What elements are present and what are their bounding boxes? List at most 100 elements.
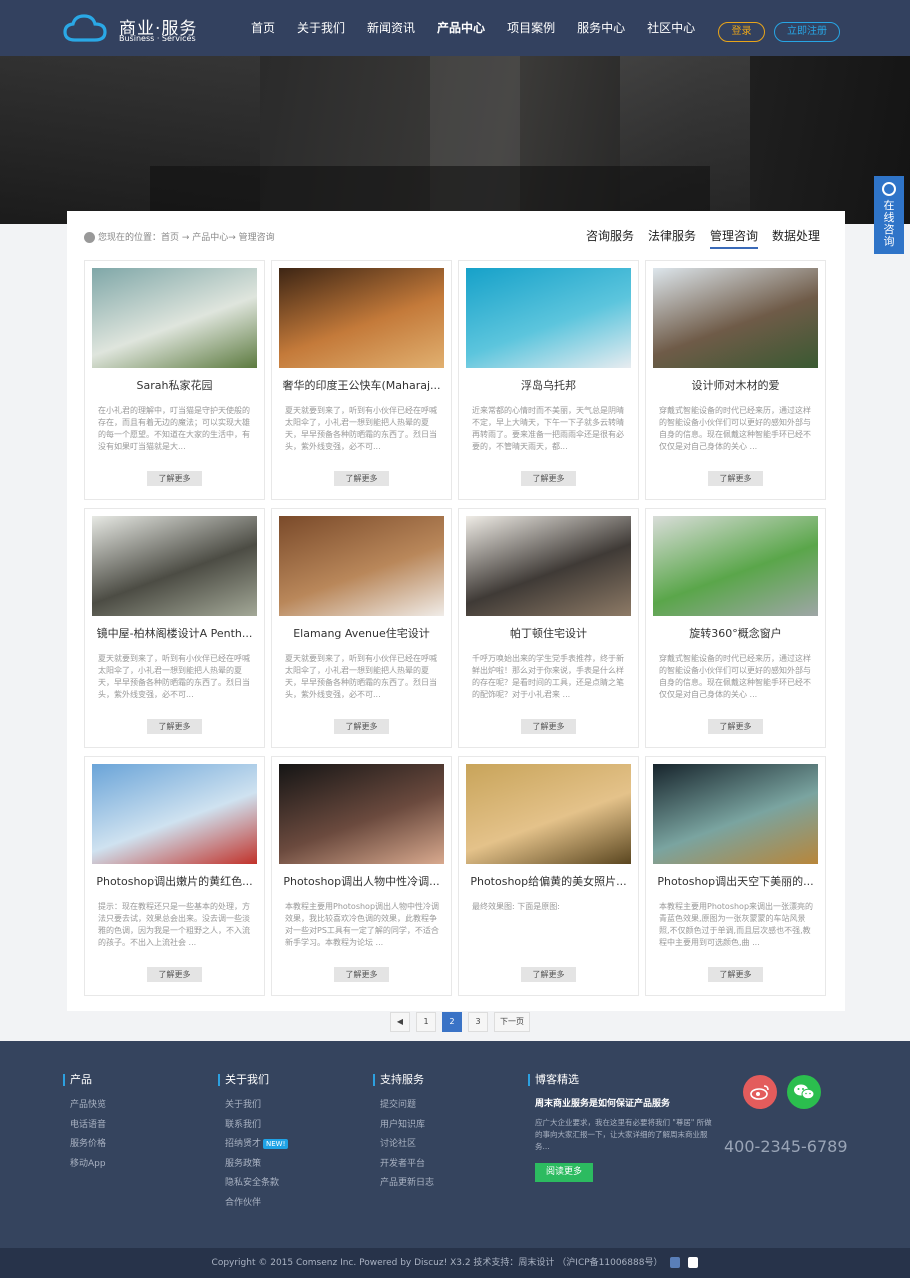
footer-link-label: 用户知识库 <box>380 1119 426 1130</box>
product-title[interactable]: Photoshop调出人物中性冷调... <box>279 873 444 889</box>
weibo-icon[interactable] <box>743 1075 777 1109</box>
nav-item-0[interactable]: 首页 <box>240 0 286 56</box>
subnav-item-1[interactable]: 法律服务 <box>648 227 696 249</box>
wechat-icon[interactable] <box>787 1075 821 1109</box>
product-thumbnail[interactable] <box>466 516 631 616</box>
footer-link[interactable]: 开发者平台 <box>373 1155 434 1175</box>
page-2-button[interactable]: 2 <box>442 1012 462 1032</box>
login-button[interactable]: 登录 <box>718 22 765 42</box>
learn-more-button[interactable]: 了解更多 <box>147 719 202 734</box>
footer-link-label: 移动App <box>70 1158 106 1169</box>
product-title[interactable]: Photoshop调出嫩片的黄红色... <box>92 873 257 889</box>
product-thumbnail[interactable] <box>279 764 444 864</box>
learn-more-button[interactable]: 了解更多 <box>708 719 763 734</box>
product-thumbnail[interactable] <box>92 268 257 368</box>
product-thumbnail[interactable] <box>653 268 818 368</box>
product-thumbnail[interactable] <box>653 516 818 616</box>
footer-link-label: 联系我们 <box>225 1119 262 1130</box>
page-1-button[interactable]: 1 <box>416 1012 436 1032</box>
footer-link[interactable]: 服务政策 <box>218 1155 288 1175</box>
pagination: ◀ 1 2 3 下一页 <box>390 1012 530 1032</box>
product-thumbnail[interactable] <box>92 764 257 864</box>
police-badge-icon <box>670 1257 681 1268</box>
product-title[interactable]: 镜中屋-柏林阁楼设计A Penth... <box>92 625 257 641</box>
footer-link[interactable]: 讨论社区 <box>373 1135 434 1155</box>
breadcrumb-text: 您现在的位置：首页 → 产品中心→ 管理咨询 <box>98 233 275 243</box>
footer-col-support: 支持服务 提交问题 用户知识库 讨论社区 开发者平台 产品更新日志 <box>373 1074 434 1194</box>
read-more-button[interactable]: 阅读更多 <box>535 1163 593 1182</box>
learn-more-button[interactable]: 了解更多 <box>521 471 576 486</box>
online-consult-button[interactable]: 在线咨询 <box>874 176 904 254</box>
main-content: 您现在的位置：首页 → 产品中心→ 管理咨询 咨询服务 法律服务 管理咨询 数据处理 … <box>67 211 845 1032</box>
nav-item-3[interactable]: 产品中心 <box>426 0 496 56</box>
learn-more-button[interactable]: 了解更多 <box>708 967 763 982</box>
product-thumbnail[interactable] <box>279 268 444 368</box>
logo[interactable]: 商业·服务 Business · Services <box>63 13 213 45</box>
learn-more-button[interactable]: 了解更多 <box>334 471 389 486</box>
nav-item-5[interactable]: 服务中心 <box>566 0 636 56</box>
footer-link-label: 讨论社区 <box>380 1139 417 1149</box>
learn-more-button[interactable]: 了解更多 <box>147 967 202 982</box>
product-title[interactable]: Photoshop调出天空下美丽的... <box>653 873 818 889</box>
footer-link[interactable]: 提交问题 <box>373 1096 434 1116</box>
product-title[interactable]: Elamang Avenue住宅设计 <box>279 625 444 641</box>
product-thumbnail[interactable] <box>466 268 631 368</box>
nav-item-2[interactable]: 新闻资讯 <box>356 0 426 56</box>
footer-link[interactable]: 产品更新日志 <box>373 1174 434 1194</box>
security-e-icon <box>688 1257 699 1268</box>
footer-link[interactable]: 产品快览 <box>63 1096 106 1116</box>
product-grid: Sarah私家花园在小礼君的理解中，叮当猫是守护天使般的存在，而且有着无边的魔法… <box>84 260 828 996</box>
subnav-item-3[interactable]: 数据处理 <box>772 227 820 249</box>
learn-more-button[interactable]: 了解更多 <box>334 719 389 734</box>
product-desc: 在小礼君的理解中，叮当猫是守护天使般的存在，而且有着无边的魔法；可以实现大雄的每… <box>98 406 250 451</box>
learn-more-button[interactable]: 了解更多 <box>147 471 202 486</box>
blog-post-title[interactable]: 周末商业服务是如何保证产品服务 <box>528 1096 718 1109</box>
product-title[interactable]: 设计师对木材的爱 <box>653 377 818 393</box>
register-button[interactable]: 立即注册 <box>774 22 840 42</box>
next-page-button[interactable]: 下一页 <box>494 1012 530 1032</box>
product-desc: 最终效果图: 下面是原图: <box>472 902 560 911</box>
footer-link[interactable]: 移动App <box>63 1155 106 1175</box>
learn-more-button[interactable]: 了解更多 <box>521 967 576 982</box>
product-thumbnail[interactable] <box>466 764 631 864</box>
product-desc: 本教程主要用Photoshop来调出一张漂亮的青蓝色效果,原图为一张灰蒙蒙的车站… <box>659 902 814 947</box>
product-title[interactable]: 奢华的印度王公快车(Maharaj... <box>279 377 444 393</box>
nav-item-4[interactable]: 项目案例 <box>496 0 566 56</box>
page-3-button[interactable]: 3 <box>468 1012 488 1032</box>
footer-link[interactable]: 隐私安全条款 <box>218 1174 288 1194</box>
product-title[interactable]: 旋转360°概念窗户 <box>653 625 818 641</box>
footer-link[interactable]: 合作伙伴 <box>218 1194 288 1214</box>
footer-link[interactable]: 用户知识库 <box>373 1116 434 1136</box>
footer-link[interactable]: 电话语音 <box>63 1116 106 1136</box>
footer-link[interactable]: 关于我们 <box>218 1096 288 1116</box>
product-title[interactable]: Photoshop给偏黄的美女照片... <box>466 873 631 889</box>
footer-link-label: 提交问题 <box>380 1100 417 1110</box>
product-title[interactable]: 帕丁顿住宅设计 <box>466 625 631 641</box>
footer-link[interactable]: 服务价格 <box>63 1135 106 1155</box>
product-card: 镜中屋-柏林阁楼设计A Penth... 夏天就要到来了，听到有小伙伴已经在呼喊太… <box>84 508 265 748</box>
learn-more-button[interactable]: 了解更多 <box>334 967 389 982</box>
nav-item-6[interactable]: 社区中心 <box>636 0 706 56</box>
nav-item-1[interactable]: 关于我们 <box>286 0 356 56</box>
main-nav: 首页 关于我们 新闻资讯 产品中心 项目案例 服务中心 社区中心 <box>240 0 706 56</box>
product-desc: 夏天就要到来了，听到有小伙伴已经在呼喊太阳伞了，小礼君一想到能把人热晕的夏天，早… <box>285 406 437 451</box>
product-desc: 穿戴式智能设备的时代已经来历，通过这样的智能设备小伙伴们可以更好的感知外部与自身… <box>659 654 811 699</box>
copyright-bar: Copyright © 2015 Comsenz Inc. Powered by… <box>0 1248 910 1278</box>
product-thumbnail[interactable] <box>92 516 257 616</box>
prev-page-button[interactable]: ◀ <box>390 1012 410 1032</box>
learn-more-button[interactable]: 了解更多 <box>708 471 763 486</box>
learn-more-button[interactable]: 了解更多 <box>521 719 576 734</box>
footer-link[interactable]: 联系我们 <box>218 1116 288 1136</box>
product-desc: 近来常都的心情时而不美丽，天气总是阴晴不定，早上大晴天，下午一下子就多云转晴再转… <box>472 406 624 451</box>
footer-link-label: 招纳贤才 <box>225 1139 262 1149</box>
product-thumbnail[interactable] <box>653 764 818 864</box>
phone-number: 400-2345-6789 <box>724 1137 848 1156</box>
product-title[interactable]: 浮岛乌托邦 <box>466 377 631 393</box>
subnav-item-0[interactable]: 咨询服务 <box>586 227 634 249</box>
subnav-item-2[interactable]: 管理咨询 <box>709 227 758 249</box>
footer-link[interactable]: 招纳贤才 NEW! <box>218 1135 289 1155</box>
product-thumbnail[interactable] <box>279 516 444 616</box>
product-desc: 夏天就要到来了，听到有小伙伴已经在呼喊太阳伞了，小礼君一想到能把人热晕的夏天，早… <box>98 654 250 699</box>
product-title[interactable]: Sarah私家花园 <box>92 377 257 393</box>
product-card: Sarah私家花园在小礼君的理解中，叮当猫是守护天使般的存在，而且有着无边的魔法… <box>84 260 265 500</box>
